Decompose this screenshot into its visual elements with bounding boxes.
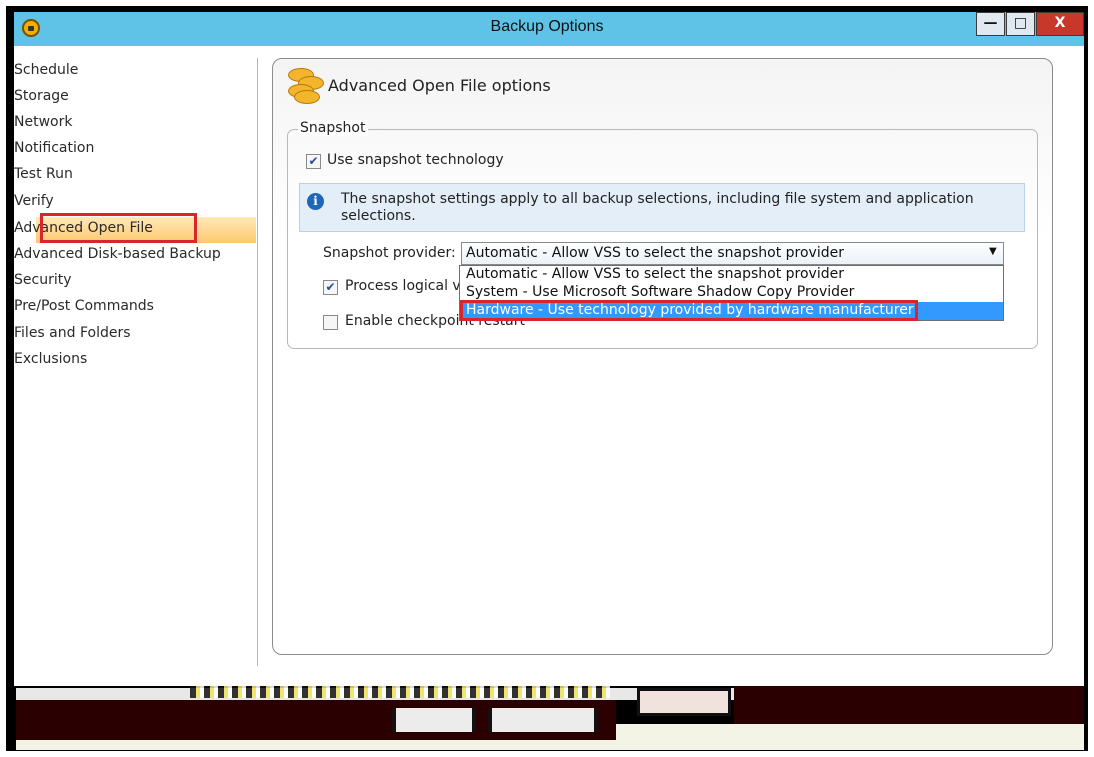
- nav-divider: [257, 58, 258, 666]
- dropdown-option-system[interactable]: System - Use Microsoft Software Shadow C…: [466, 284, 854, 300]
- nav-item-advanced-disk-based-backup[interactable]: Advanced Disk-based Backup: [14, 246, 221, 262]
- nav-item-security[interactable]: Security: [14, 272, 72, 288]
- close-button[interactable]: X: [1036, 12, 1084, 36]
- footer-light: [616, 724, 1084, 750]
- process-logical-checkbox[interactable]: ✔: [323, 280, 338, 295]
- help-button[interactable]: [637, 688, 731, 716]
- snapshot-group-label: Snapshot: [298, 120, 369, 136]
- nav-item-notification[interactable]: Notification: [14, 140, 94, 156]
- minimize-button[interactable]: —: [976, 12, 1005, 36]
- nav-item-schedule[interactable]: Schedule: [14, 62, 78, 78]
- panel-title: Advanced Open File options: [328, 76, 551, 95]
- chevron-down-icon[interactable]: ▼: [989, 246, 997, 257]
- nav-item-verify[interactable]: Verify: [14, 193, 54, 209]
- footer-dark-right: [734, 686, 1084, 726]
- nav-item-files-and-folders[interactable]: Files and Folders: [14, 325, 131, 341]
- footer-bottom: [16, 740, 616, 750]
- process-logical-label: Process logical v: [345, 278, 461, 294]
- dropdown-annotation-box: [460, 300, 918, 321]
- nav-item-exclusions[interactable]: Exclusions: [14, 351, 87, 367]
- nav-item-network[interactable]: Network: [14, 114, 72, 130]
- nav-annotation-box: [40, 213, 197, 243]
- info-text: The snapshot settings apply to all backu…: [341, 191, 974, 224]
- nav-item-storage[interactable]: Storage: [14, 88, 69, 104]
- nav-item-test-run[interactable]: Test Run: [14, 166, 73, 182]
- nav-item-pre-post-commands[interactable]: Pre/Post Commands: [14, 298, 154, 314]
- coins-icon: [286, 66, 326, 104]
- window-title: Backup Options: [490, 18, 604, 35]
- dropdown-option-automatic[interactable]: Automatic - Allow VSS to select the snap…: [466, 266, 844, 282]
- footer-noise: [190, 686, 610, 698]
- maximize-button[interactable]: □: [1006, 12, 1035, 36]
- use-snapshot-checkbox[interactable]: ✔: [306, 154, 321, 169]
- ok-button[interactable]: [392, 708, 476, 732]
- cancel-button[interactable]: [488, 708, 598, 732]
- snapshot-provider-value: Automatic - Allow VSS to select the snap…: [466, 245, 844, 261]
- use-snapshot-label: Use snapshot technology: [327, 152, 504, 168]
- checkpoint-restart-checkbox[interactable]: [323, 315, 338, 330]
- info-icon: i: [307, 193, 324, 210]
- snapshot-provider-label: Snapshot provider:: [323, 245, 456, 261]
